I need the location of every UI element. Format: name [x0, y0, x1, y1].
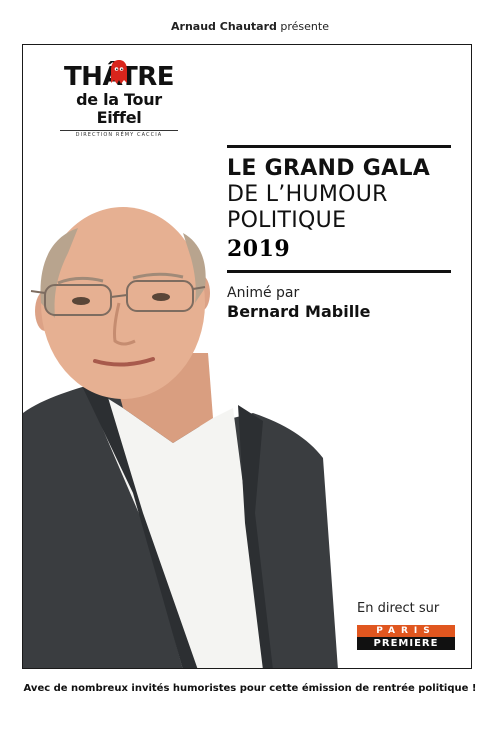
logo-direction: DIRECTION RÉMY CACCIA [75, 132, 163, 138]
theatre-logo: THÂTRE de la Tour Eiffel DIRECTION RÉMY … [59, 60, 179, 139]
title-top-rule [227, 145, 451, 148]
broadcast-info: En direct sur PARIS PREMIERE [357, 601, 459, 650]
broadcast-label: En direct sur [357, 601, 440, 616]
title-line-1: LE GRAND GALA [227, 156, 431, 181]
bottom-tagline: Avec de nombreux invités humoristes pour… [23, 683, 477, 694]
poster: THÂTRE de la Tour Eiffel DIRECTION RÉMY … [22, 44, 472, 669]
channel-logo-bottom: PREMIERE [357, 637, 455, 650]
host-portrait [23, 207, 338, 668]
channel-logo-top: PARIS [357, 625, 455, 637]
presenter-verb: présente [280, 20, 329, 33]
logo-subtitle: de la Tour Eiffel [76, 90, 162, 127]
logo-divider [60, 130, 178, 131]
logo-wordmark-a: TH [63, 62, 103, 92]
ghost-mascot-icon [111, 60, 127, 84]
presenter-line: Arnaud Chautard présente [0, 20, 500, 33]
presenter-name: Arnaud Chautard [171, 20, 277, 33]
channel-logo: PARIS PREMIERE [357, 625, 455, 650]
